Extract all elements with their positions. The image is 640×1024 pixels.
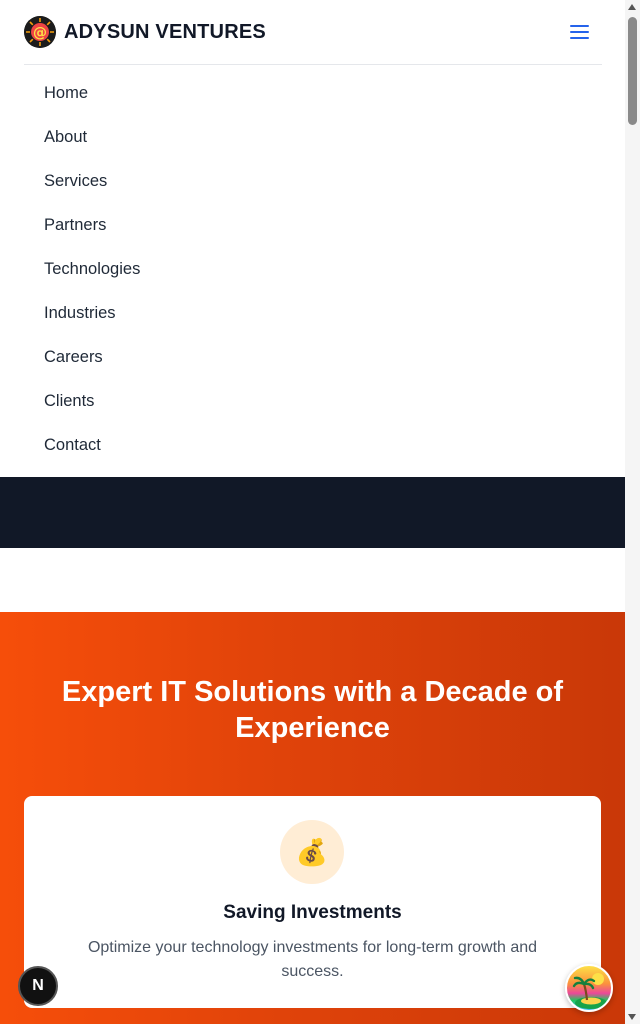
nextjs-dev-badge[interactable]: N	[18, 966, 58, 1006]
brand-name: ADYSUN VENTURES	[64, 20, 266, 43]
money-bag-icon: 💰	[280, 820, 344, 884]
brand[interactable]: @ ADYSUN VENTURES	[24, 16, 266, 48]
hamburger-menu-button[interactable]	[568, 20, 592, 44]
nav-item-careers[interactable]: Careers	[0, 335, 625, 379]
scrollbar-thumb[interactable]	[628, 17, 637, 125]
scroll-up-arrow-icon[interactable]	[628, 4, 636, 10]
nav-item-about[interactable]: About	[0, 115, 625, 159]
svg-text:@: @	[33, 25, 47, 41]
section-title: Expert IT Solutions with a Decade of Exp…	[61, 676, 564, 744]
hamburger-menu-icon	[570, 25, 589, 39]
nav-item-technologies[interactable]: Technologies	[0, 247, 625, 291]
at-sign-sun-logo-icon: @	[24, 16, 56, 48]
feature-card: 💰 Saving Investments Optimize your techn…	[24, 796, 601, 1008]
feature-card-title: Saving Investments	[223, 902, 402, 923]
site-header: @ ADYSUN VENTURES	[24, 0, 602, 65]
nav-item-clients[interactable]: Clients	[0, 379, 625, 423]
mobile-nav-menu: Home About Services Partners Technologie…	[0, 71, 625, 467]
nav-item-home[interactable]: Home	[0, 71, 625, 115]
feature-card-description: Optimize your technology investments for…	[87, 939, 538, 980]
nav-item-industries[interactable]: Industries	[0, 291, 625, 335]
beach-island-chat-icon[interactable]	[565, 964, 613, 1012]
vertical-scrollbar[interactable]	[625, 0, 640, 1024]
nav-item-partners[interactable]: Partners	[0, 203, 625, 247]
nav-item-contact[interactable]: Contact	[0, 423, 625, 467]
scroll-down-arrow-icon[interactable]	[628, 1014, 636, 1020]
dark-hero-band	[0, 477, 625, 548]
page: @ ADYSUN VENTURES Home About Services Pa…	[0, 0, 625, 1024]
nav-item-services[interactable]: Services	[0, 159, 625, 203]
